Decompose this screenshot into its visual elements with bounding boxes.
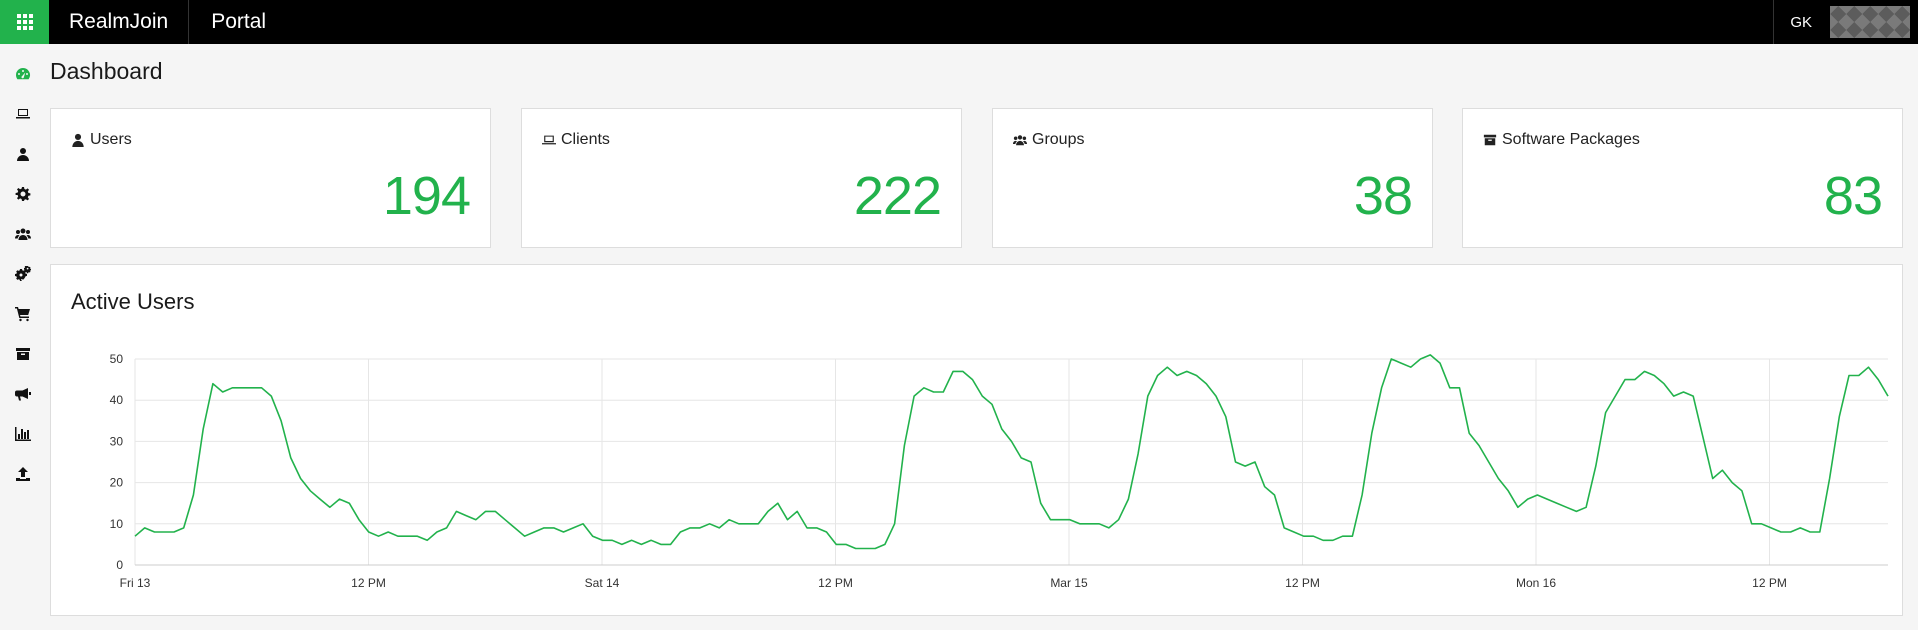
card-title: Software Packages — [1483, 131, 1640, 149]
groups-card[interactable]: Groups 38 — [992, 108, 1433, 248]
users-icon — [1013, 135, 1027, 146]
megaphone-icon — [15, 388, 31, 401]
cart-icon — [15, 307, 30, 322]
sidebar-item-groups[interactable] — [13, 224, 33, 244]
bar-chart-icon — [15, 427, 31, 441]
sidebar-item-reports[interactable] — [13, 424, 33, 444]
y-tick-label: 20 — [110, 476, 124, 490]
y-tick-label: 0 — [116, 558, 123, 572]
card-title: Users — [71, 131, 132, 149]
card-label: Users — [90, 131, 132, 148]
laptop-icon — [542, 135, 556, 145]
x-tick-label: Mar 15 — [1050, 576, 1088, 590]
sidebar-item-store[interactable] — [13, 304, 33, 324]
page-title: Dashboard — [50, 58, 163, 84]
sidebar-item-clients[interactable] — [13, 104, 33, 124]
card-title: Groups — [1013, 131, 1084, 149]
app-launcher-button[interactable] — [0, 0, 49, 44]
y-tick-label: 30 — [110, 434, 124, 448]
card-label: Groups — [1032, 131, 1085, 148]
sidebar-item-settings[interactable] — [13, 184, 33, 204]
archive-icon — [1483, 134, 1497, 146]
sidebar-item-users[interactable] — [13, 144, 33, 164]
sidebar-item-dashboard[interactable] — [13, 64, 33, 84]
dashboard-icon — [16, 68, 30, 80]
sidebar-item-packages[interactable] — [13, 344, 33, 364]
y-tick-label: 40 — [110, 393, 124, 407]
laptop-icon — [16, 109, 30, 119]
avatar[interactable] — [1830, 6, 1910, 38]
card-value: 83 — [1823, 166, 1883, 226]
user-icon — [72, 133, 84, 147]
card-label: Software Packages — [1502, 131, 1640, 148]
card-title: Clients — [542, 131, 610, 149]
brand-name[interactable]: RealmJoin — [49, 0, 190, 44]
x-tick-label: Mon 16 — [1516, 576, 1556, 590]
y-tick-label: 10 — [110, 517, 124, 531]
x-tick-label: Sat 14 — [585, 576, 620, 590]
x-tick-label: 12 PM — [1285, 576, 1320, 590]
archive-icon — [16, 348, 30, 360]
x-tick-label: 12 PM — [1752, 576, 1787, 590]
y-tick-label: 50 — [110, 352, 124, 366]
gear-icon — [15, 187, 31, 201]
user-icon — [17, 148, 29, 161]
card-value: 222 — [853, 166, 942, 226]
x-tick-label: 12 PM — [818, 576, 853, 590]
sidebar — [0, 44, 46, 630]
sidebar-item-announcements[interactable] — [13, 384, 33, 404]
x-tick-label: Fri 13 — [120, 576, 151, 590]
card-value: 38 — [1353, 166, 1413, 226]
x-tick-label: 12 PM — [351, 576, 386, 590]
users-icon — [15, 228, 31, 240]
active-users-series-line — [134, 354, 1889, 550]
gears-icon — [15, 266, 31, 281]
active-users-chart[interactable]: 0 10 20 30 40 50 Fri 13 12 PM Sat 14 12 PM Mar 15 1… — [51, 265, 1904, 617]
clients-card[interactable]: Clients 222 — [521, 108, 962, 248]
software-packages-card[interactable]: Software Packages 83 — [1462, 108, 1903, 248]
grid-icon — [16, 14, 33, 30]
card-value: 194 — [382, 166, 471, 226]
card-label: Clients — [561, 131, 610, 148]
user-initials[interactable]: GK — [1773, 0, 1828, 44]
section-name[interactable]: Portal — [189, 0, 288, 44]
users-card[interactable]: Users 194 — [50, 108, 491, 248]
upload-icon — [16, 467, 30, 481]
top-bar: RealmJoin Portal GK — [0, 0, 1918, 44]
active-users-panel: Active Users 0 10 20 30 40 50 Fri 13 12 PM Sat 1… — [50, 264, 1903, 616]
sidebar-item-upload[interactable] — [13, 464, 33, 484]
sidebar-item-configuration[interactable] — [13, 264, 33, 284]
